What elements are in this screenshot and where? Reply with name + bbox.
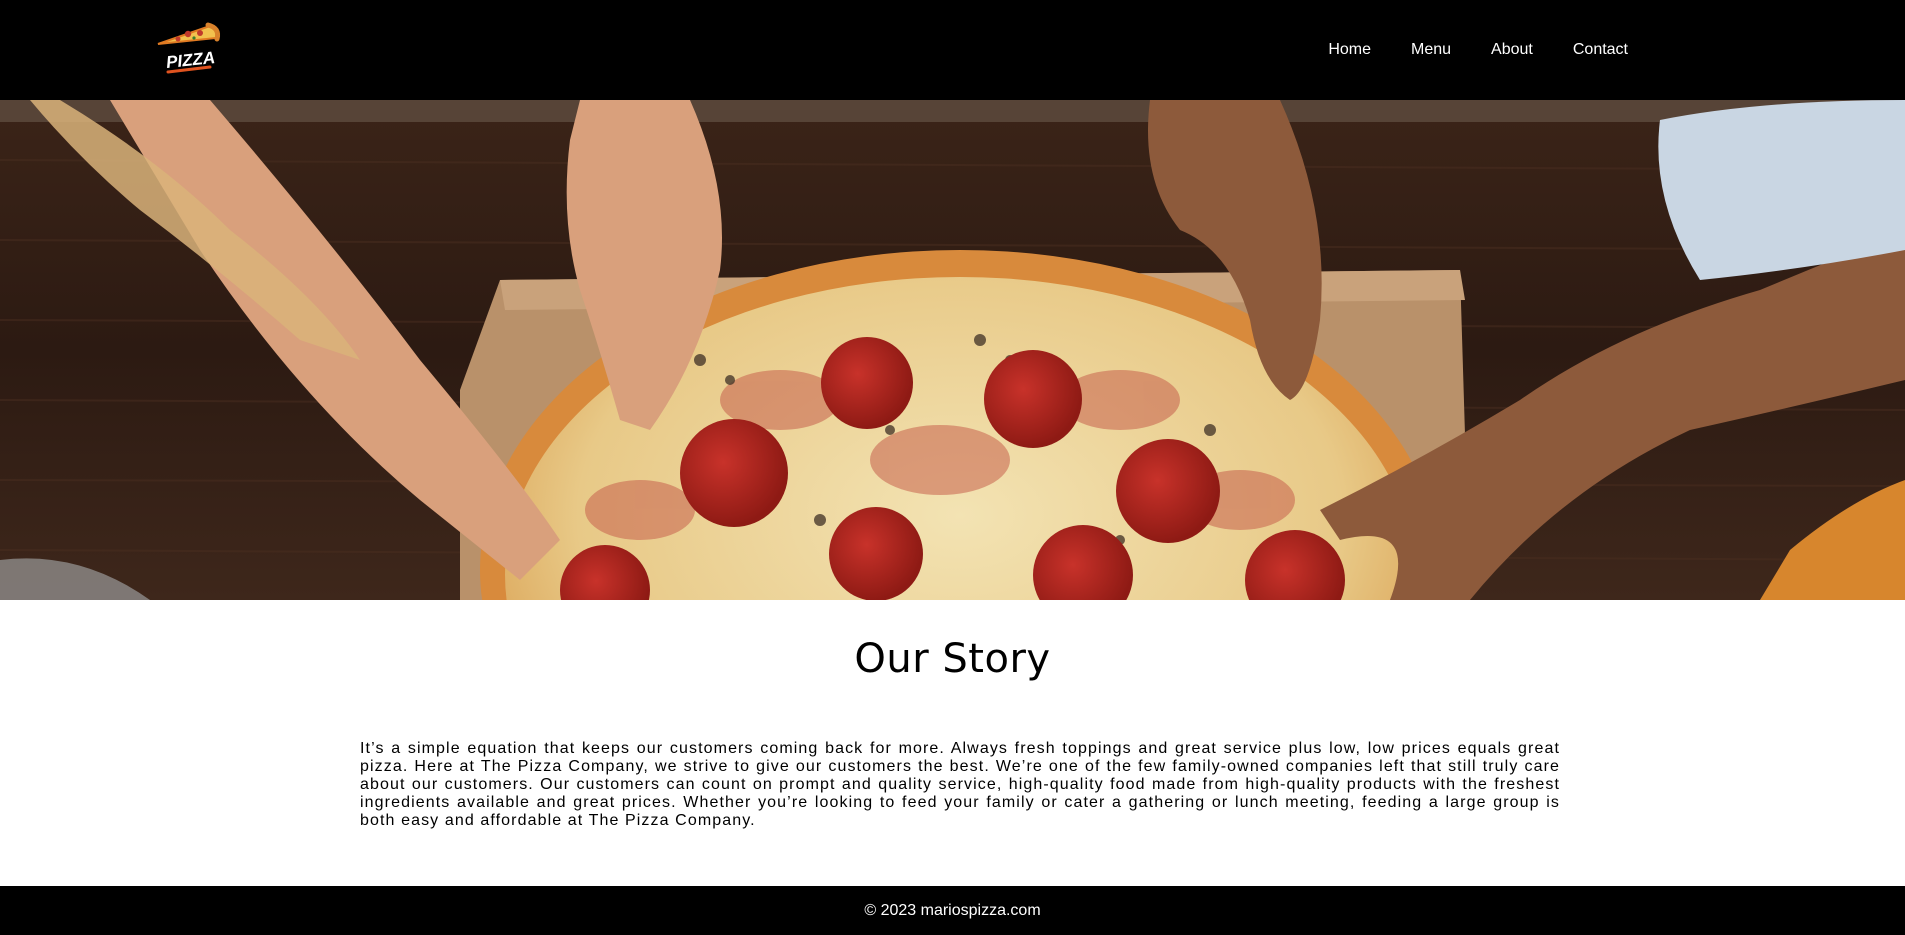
- page-title: Our Story: [854, 636, 1051, 682]
- hero-image: [0, 100, 1905, 600]
- pizza-photo: [0, 100, 1905, 600]
- story-paragraph: It’s a simple equation that keeps our cu…: [360, 740, 1560, 829]
- copyright-text: © 2023 mariospizza.com: [864, 901, 1041, 919]
- nav-about-link[interactable]: About: [1491, 41, 1533, 59]
- site-header: PIZZA Home Menu About Contact: [0, 0, 1905, 100]
- main-nav: Home Menu About Contact: [1328, 0, 1628, 100]
- pizza-logo[interactable]: PIZZA: [148, 20, 224, 80]
- nav-contact-link[interactable]: Contact: [1573, 41, 1628, 59]
- nav-menu-link[interactable]: Menu: [1411, 41, 1451, 59]
- pizza-slice-icon: PIZZA: [157, 22, 221, 74]
- site-footer: © 2023 mariospizza.com: [0, 886, 1905, 935]
- nav-home-link[interactable]: Home: [1328, 41, 1371, 59]
